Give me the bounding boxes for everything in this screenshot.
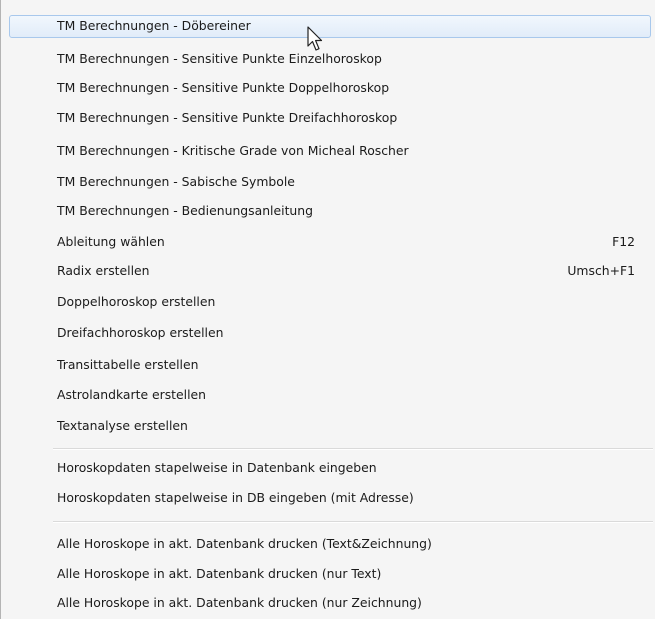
- menu-item-label: Horoskopdaten stapelweise in DB eingeben…: [57, 490, 414, 505]
- menu-separator: [53, 448, 653, 450]
- menu-item-label: TM Berechnungen - Kritische Grade von Mi…: [57, 143, 409, 158]
- menu-item-label: Transittabelle erstellen: [57, 357, 199, 372]
- menu-item-shortcut: F12: [612, 234, 635, 249]
- menu-item-drucken-nur-zeichnung[interactable]: Alle Horoskope in akt. Datenbank drucken…: [9, 592, 651, 615]
- mouse-pointer-icon: [307, 26, 323, 51]
- menu-item-transittabelle[interactable]: Transittabelle erstellen: [9, 354, 651, 377]
- menu-item-label: Astrolandkarte erstellen: [57, 387, 207, 402]
- menu-item-tm-sensitive-dreifach[interactable]: TM Berechnungen - Sensitive Punkte Dreif…: [9, 107, 651, 130]
- menu-item-tm-sensitive-doppel[interactable]: TM Berechnungen - Sensitive Punkte Doppe…: [9, 77, 651, 100]
- menu-item-shortcut: Umsch+F1: [567, 263, 635, 278]
- menu-item-astrolandkarte[interactable]: Astrolandkarte erstellen: [9, 384, 651, 407]
- menu-item-label: Radix erstellen: [57, 263, 150, 278]
- menu-item-label: TM Berechnungen - Sensitive Punkte Dreif…: [57, 110, 398, 125]
- menu-item-textanalyse[interactable]: Textanalyse erstellen: [9, 415, 651, 438]
- menu-item-tm-sabische-symbole[interactable]: TM Berechnungen - Sabische Symbole: [9, 171, 651, 194]
- menu-item-radix-erstellen[interactable]: Radix erstellen Umsch+F1: [9, 260, 651, 283]
- menu-item-stapel-db-adresse[interactable]: Horoskopdaten stapelweise in DB eingeben…: [9, 487, 651, 510]
- menu-item-label: Doppelhoroskop erstellen: [57, 294, 216, 309]
- menu-item-label: Textanalyse erstellen: [57, 418, 188, 433]
- menu-item-drucken-nur-text[interactable]: Alle Horoskope in akt. Datenbank drucken…: [9, 563, 651, 586]
- menu-item-label: Alle Horoskope in akt. Datenbank drucken…: [57, 566, 382, 581]
- menu-separator: [53, 521, 653, 523]
- menu-item-doppelhoroskop[interactable]: Doppelhoroskop erstellen: [9, 291, 651, 314]
- menu-item-label: Dreifachhoroskop erstellen: [57, 325, 224, 340]
- menu-item-stapel-datenbank[interactable]: Horoskopdaten stapelweise in Datenbank e…: [9, 457, 651, 480]
- menu-item-label: Horoskopdaten stapelweise in Datenbank e…: [57, 460, 377, 475]
- menu-item-label: TM Berechnungen - Bedienungsanleitung: [57, 203, 313, 218]
- menu-item-drucken-text-zeichnung[interactable]: Alle Horoskope in akt. Datenbank drucken…: [9, 533, 651, 556]
- menu-item-label: TM Berechnungen - Sensitive Punkte Einze…: [57, 51, 382, 66]
- menu-item-ableitung-waehlen[interactable]: Ableitung wählen F12: [9, 231, 651, 254]
- context-menu: TM Berechnungen - Döbereiner TM Berechnu…: [0, 0, 655, 619]
- menu-item-tm-bedienungsanleitung[interactable]: TM Berechnungen - Bedienungsanleitung: [9, 200, 651, 223]
- menu-item-tm-sensitive-einzel[interactable]: TM Berechnungen - Sensitive Punkte Einze…: [9, 48, 651, 71]
- menu-item-label: TM Berechnungen - Sabische Symbole: [57, 174, 295, 189]
- menu-item-tm-doebereiner[interactable]: TM Berechnungen - Döbereiner: [9, 15, 651, 38]
- menu-item-label: Ableitung wählen: [57, 234, 165, 249]
- menu-item-label: Alle Horoskope in akt. Datenbank drucken…: [57, 536, 432, 551]
- menu-item-label: Alle Horoskope in akt. Datenbank drucken…: [57, 595, 422, 610]
- menu-item-label: TM Berechnungen - Sensitive Punkte Doppe…: [57, 80, 390, 95]
- menu-item-tm-kritische-grade[interactable]: TM Berechnungen - Kritische Grade von Mi…: [9, 140, 651, 163]
- menu-item-label: TM Berechnungen - Döbereiner: [57, 18, 251, 33]
- menu-item-dreifachhoroskop[interactable]: Dreifachhoroskop erstellen: [9, 322, 651, 345]
